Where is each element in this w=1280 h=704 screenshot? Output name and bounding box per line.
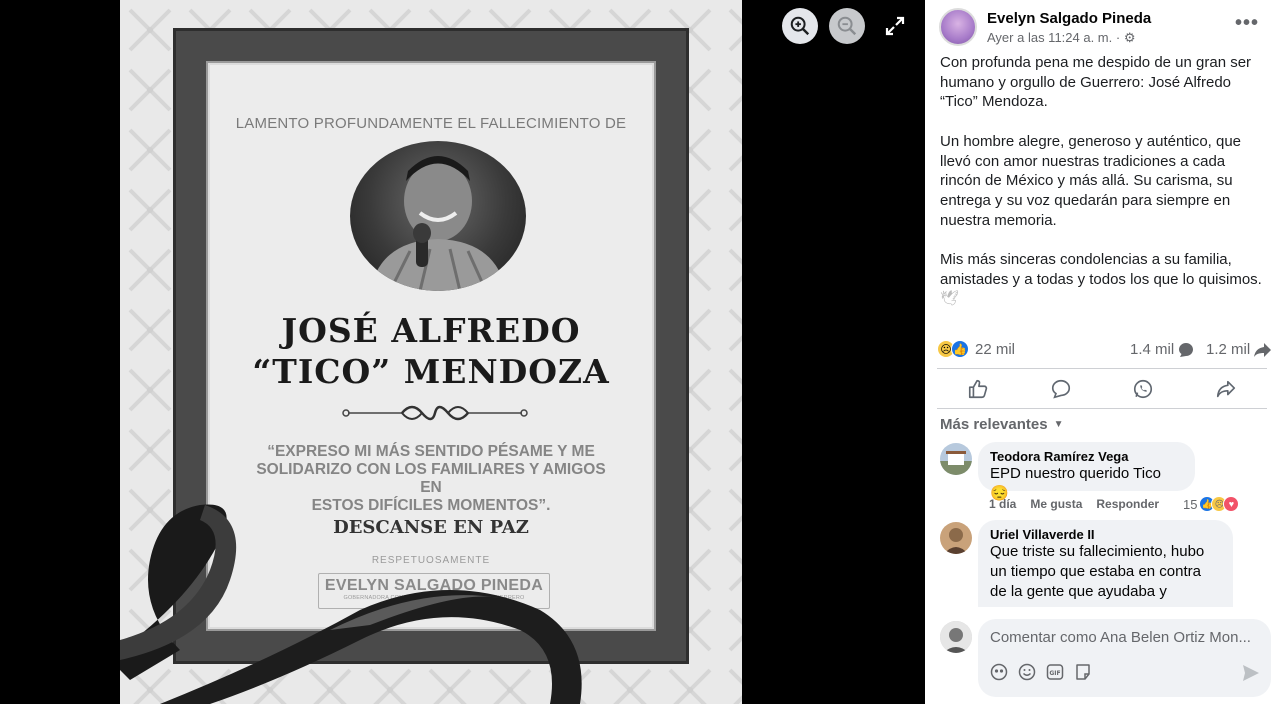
avatar-sticker-icon[interactable] bbox=[990, 663, 1008, 681]
send-icon[interactable] bbox=[1241, 663, 1261, 683]
commenter-name[interactable]: Teodora Ramírez Vega bbox=[990, 449, 1183, 464]
author-avatar[interactable] bbox=[939, 8, 977, 46]
respectfully-label: RESPETUOSAMENTE bbox=[371, 555, 491, 566]
comment-reply-link[interactable]: Responder bbox=[1096, 497, 1159, 511]
comment-input[interactable]: Comentar como Ana Belen Ortiz Mon... bbox=[990, 629, 1260, 646]
svg-text:GIF: GIF bbox=[1049, 670, 1060, 677]
share-icon[interactable] bbox=[1206, 374, 1246, 404]
whatsapp-icon[interactable] bbox=[1123, 374, 1163, 404]
like-reaction-icon: 👍 bbox=[951, 340, 969, 358]
more-options-icon[interactable]: ••• bbox=[1235, 12, 1259, 35]
privacy-gear-icon: ⚙ bbox=[1123, 30, 1136, 45]
comment-filter-dropdown[interactable]: Más relevantes ▼ bbox=[940, 416, 1063, 433]
signature-subtitle: GOBERNADORA CONSTITUCIONAL DEL ESTADO DE… bbox=[343, 595, 525, 601]
reactions-summary[interactable]: ☹ 👍 22 mil bbox=[937, 340, 1015, 358]
comments-count[interactable]: 1.4 mil bbox=[1130, 341, 1194, 358]
post-paragraph: Un hombre alegre, generoso y auténtico, … bbox=[940, 132, 1242, 229]
emoji-icon[interactable] bbox=[1018, 663, 1036, 681]
care-reaction-icon: ♥ bbox=[1223, 496, 1240, 512]
comment-meta: 1 día Me gusta Responder bbox=[989, 497, 1159, 511]
expand-icon[interactable] bbox=[883, 14, 907, 38]
commenter-name[interactable]: Uriel Villaverde II bbox=[990, 527, 1221, 542]
portrait-photo bbox=[350, 141, 526, 291]
signature-box: EVELYN SALGADO PINEDA GOBERNADORA CONSTI… bbox=[318, 573, 550, 609]
photo-viewer: LAMENTO PROFUNDAMENTE EL FALLECIMIENTO D… bbox=[0, 0, 925, 704]
post-paragraph: Con profunda pena me despido de un gran … bbox=[940, 54, 1252, 111]
composer-tools: GIF bbox=[990, 663, 1092, 681]
picture-frame: LAMENTO PROFUNDAMENTE EL FALLECIMIENTO D… bbox=[173, 28, 689, 664]
post-meta: Ayer a las 11:24 a. m. · ⚙ bbox=[987, 30, 1135, 46]
deceased-name-line2: “TICO” MENDOZA bbox=[252, 352, 610, 391]
post-paragraph: Mis más sinceras condolencias a su famil… bbox=[940, 251, 1262, 308]
comment-bubble: Teodora Ramírez Vega EPD nuestro querido… bbox=[978, 442, 1195, 502]
comment-bubble-icon bbox=[1179, 342, 1194, 357]
divider bbox=[937, 368, 1267, 369]
condolence-poster: LAMENTO PROFUNDAMENTE EL FALLECIMIENTO D… bbox=[120, 0, 742, 704]
post-panel: Evelyn Salgado Pineda Ayer a las 11:24 a… bbox=[925, 0, 1280, 704]
comment-age[interactable]: 1 día bbox=[989, 497, 1016, 511]
comment-bubble: Uriel Villaverde II Que triste su fallec… bbox=[978, 520, 1233, 607]
dove-icon: 🕊 bbox=[940, 290, 960, 308]
comment-reactions[interactable]: 15 👍 ☹ ♥ bbox=[1183, 496, 1240, 512]
author-name[interactable]: Evelyn Salgado Pineda bbox=[987, 10, 1151, 27]
frame-card: LAMENTO PROFUNDAMENTE EL FALLECIMIENTO D… bbox=[206, 61, 656, 631]
poster-quote: “EXPRESO MI MÁS SENTIDO PÉSAME Y ME SOLI… bbox=[256, 443, 606, 514]
comment-icon[interactable] bbox=[1041, 374, 1081, 404]
like-icon[interactable] bbox=[958, 374, 998, 404]
action-bar bbox=[937, 370, 1267, 408]
commenter-avatar[interactable] bbox=[940, 522, 972, 554]
comment-composer[interactable]: Comentar como Ana Belen Ortiz Mon... GIF bbox=[978, 619, 1271, 697]
rest-in-peace: DESCANSE EN PAZ bbox=[333, 517, 529, 538]
deceased-name-line1: JOSÉ ALFREDO bbox=[281, 311, 581, 350]
caret-down-icon: ▼ bbox=[1053, 419, 1064, 430]
zoom-in-icon[interactable] bbox=[782, 8, 818, 44]
post-body: Con profunda pena me despido de un gran … bbox=[940, 53, 1268, 329]
shares-count[interactable]: 1.2 mil bbox=[1206, 341, 1272, 358]
current-user-avatar[interactable] bbox=[940, 621, 972, 653]
gif-icon[interactable]: GIF bbox=[1046, 663, 1064, 681]
divider bbox=[937, 408, 1267, 409]
share-arrow-icon bbox=[1254, 342, 1272, 357]
zoom-out-icon[interactable] bbox=[829, 8, 865, 44]
ornament-divider bbox=[342, 405, 528, 421]
commenter-avatar[interactable] bbox=[940, 443, 972, 475]
poster-lament: LAMENTO PROFUNDAMENTE EL FALLECIMIENTO D… bbox=[235, 115, 627, 132]
reactions-count: 22 mil bbox=[975, 340, 1016, 358]
signature-name: EVELYN SALGADO PINEDA bbox=[324, 577, 544, 594]
comment-like-link[interactable]: Me gusta bbox=[1030, 497, 1082, 511]
post-time[interactable]: Ayer a las 11:24 a. m. · bbox=[987, 30, 1120, 45]
comment-text: Que triste su fallecimiento, hubo un tie… bbox=[990, 543, 1205, 600]
sticker-icon[interactable] bbox=[1074, 663, 1092, 681]
